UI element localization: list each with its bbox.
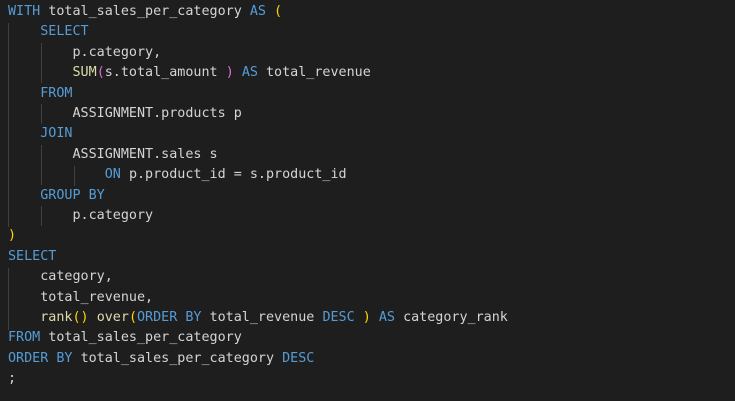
close-paren: ) — [8, 228, 17, 244]
alias-category-rank: category_rank — [403, 310, 508, 325]
function-over: over — [96, 310, 129, 325]
code-line-1: WITH total_sales_per_category AS ( — [8, 2, 282, 22]
order-column: total_revenue — [209, 310, 315, 325]
code-line-4: SUM(s.total_amount ) AS total_revenue — [8, 63, 371, 83]
code-line-14: category, — [8, 267, 113, 287]
keyword-as: AS — [378, 310, 395, 325]
rank-parens: () — [72, 310, 89, 325]
table-products: ASSIGNMENT.products p — [72, 106, 242, 121]
from-table: total_sales_per_category — [48, 330, 242, 346]
code-line-17: FROM total_sales_per_category — [8, 328, 242, 348]
column-total-revenue: total_revenue, — [40, 289, 154, 305]
code-line-10: GROUP BY — [8, 186, 105, 206]
code-line-3: p.category, — [8, 43, 162, 63]
keyword-group-by: GROUP BY — [40, 187, 105, 203]
keyword-with: WITH — [8, 4, 41, 19]
keyword-from: FROM — [8, 330, 41, 346]
code-line-6: ASSIGNMENT.products p — [8, 104, 242, 124]
keyword-as: AS — [249, 4, 266, 19]
keyword-on: ON — [104, 167, 121, 183]
order-column: total_sales_per_category — [80, 350, 275, 366]
keyword-select: SELECT — [8, 248, 57, 264]
keyword-join: JOIN — [40, 126, 73, 142]
code-line-16: rank() over(ORDER BY total_revenue DESC … — [8, 308, 508, 328]
table-sales: ASSIGNMENT.sales s — [72, 146, 218, 162]
sum-argument: s.total_amount — [104, 65, 226, 81]
code-line-9: ON p.product_id = s.product_id — [8, 165, 347, 185]
code-line-11: p.category — [8, 206, 154, 226]
code-line-5: FROM — [8, 84, 73, 104]
code-line-12: ) — [8, 226, 16, 246]
keyword-desc: DESC — [322, 310, 355, 325]
column-category: category, — [40, 269, 113, 285]
code-line-18: ORDER BY total_sales_per_category DESC — [8, 349, 314, 369]
over-open-paren: ( — [128, 310, 137, 325]
column-p-category: p.category, — [72, 44, 162, 60]
code-editor[interactable]: WITH total_sales_per_category AS ( SELEC… — [0, 0, 735, 401]
keyword-select: SELECT — [40, 24, 89, 40]
code-line-8: ASSIGNMENT.sales s — [8, 145, 218, 165]
sum-close-paren: ) — [225, 65, 234, 81]
keyword-order-by: ORDER BY — [137, 310, 202, 325]
keyword-order-by: ORDER BY — [8, 350, 73, 366]
function-sum: SUM — [72, 65, 97, 81]
open-paren: ( — [274, 4, 283, 19]
semicolon: ; — [8, 371, 17, 387]
code-line-2: SELECT — [8, 22, 89, 42]
function-rank: rank — [40, 310, 73, 325]
keyword-desc: DESC — [282, 350, 315, 366]
code-line-15: total_revenue, — [8, 288, 153, 308]
cte-name: total_sales_per_category — [48, 4, 242, 19]
keyword-as: AS — [241, 65, 258, 81]
code-line-7: JOIN — [8, 124, 73, 144]
over-close-paren: ) — [362, 310, 371, 325]
code-line-19: ; — [8, 369, 16, 389]
keyword-from: FROM — [40, 85, 73, 101]
sum-open-paren: ( — [96, 65, 105, 81]
group-column: p.category — [72, 208, 154, 223]
alias-total-revenue: total_revenue — [266, 65, 371, 81]
code-line-13: SELECT — [8, 247, 56, 267]
join-condition: p.product_id = s.product_id — [128, 167, 347, 183]
